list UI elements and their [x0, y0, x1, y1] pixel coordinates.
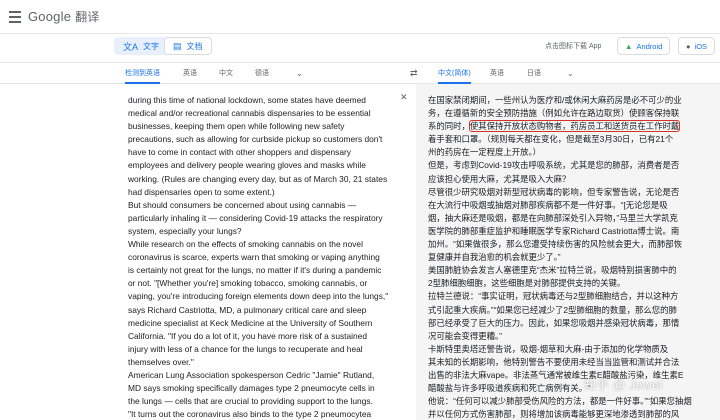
android-label: Android: [636, 41, 663, 51]
source-text-line: during this time of national lockdown, s…: [128, 95, 366, 105]
text-mode-button[interactable]: 文A 文字: [114, 37, 169, 55]
source-text-line: California. "If you do a lot of it, you …: [128, 330, 367, 341]
translation-line: 应该担心使用大麻，尤其是吸入大麻？: [428, 173, 571, 184]
translation-line: 医学院的肺部重症监护和睡眠医学专家Richard Castriotta博士说。南: [428, 225, 680, 236]
source-text-line: had dispensaries open to some extent.): [128, 186, 275, 197]
translation-pane: 在国家禁闭期间，一些州认为医疗和/或休闲大麻药房是必不可少的业 务，在遵循新的安…: [416, 84, 720, 420]
translate-icon: 文A: [123, 41, 139, 52]
target-lang-english[interactable]: 英语: [490, 63, 504, 84]
translation-line: 拉特兰德说：“事实证明，冠状病毒还与2型肺细胞结合，并以这种方: [428, 291, 679, 302]
text-mode-label: 文字: [143, 41, 160, 51]
menu-icon[interactable]: [6, 8, 24, 26]
translation-line: 但是，考虑到Covid-19攻击呼吸系统，尤其是您的肺部，消费者是否: [428, 160, 680, 171]
clear-text-icon[interactable]: ✕: [400, 92, 408, 103]
source-text-line: businesses, keeping them open while foll…: [128, 121, 345, 132]
translation-line: 况可能会变得更糟。”: [428, 330, 502, 341]
app-download-hint: 点击图标下载 App: [545, 43, 602, 50]
source-text-line: or not. "[Whether you're] smoking tobacc…: [128, 278, 368, 289]
target-lang-more-chevron-icon[interactable]: ⌄: [567, 63, 574, 84]
source-text-line: But should consumers be concerned about …: [128, 199, 357, 210]
source-lang-more-chevron-icon[interactable]: ⌄: [296, 63, 303, 84]
translation-line: 他说：“任何可以减少肺部受伤风险的方法，都是一件好事。”“如果您抽烟: [428, 396, 692, 407]
source-text-line: coronavirus is scarce, experts warn that…: [128, 252, 380, 263]
source-text-line: vaping, you're introducing foreign eleme…: [128, 291, 389, 302]
translation-line: 务，在遵循新的安全预防措施（例如允许在路边取货）使顾客保持联: [428, 108, 680, 119]
source-lang-detected[interactable]: 检测到英语: [125, 63, 160, 84]
document-icon: ▤: [173, 40, 182, 51]
translation-line: 加州。“如果做很多，那么您遭受持续伤害的风险就会更大，而肺部恢: [428, 239, 683, 250]
translation-line: 尽管很少研究吸烟对新型冠状病毒的影响，但专家警告说，无论是否: [428, 186, 680, 197]
docs-mode-label: 文档: [186, 41, 203, 51]
source-text-line: working. (Rules are changing every day, …: [128, 173, 388, 184]
ios-label: iOS: [694, 41, 708, 51]
google-translate-logo[interactable]: Google 翻译: [28, 8, 100, 25]
source-text-line: MD says smoking specifically damages typ…: [128, 383, 375, 394]
translation-line: 其未知的长期影响，他特别警告不要使用未经当当监管和测试并合法: [428, 356, 680, 367]
top-bar: Google 翻译: [0, 0, 720, 34]
source-text-line: American Lung Association spokesperson C…: [128, 369, 375, 380]
translation-line: 州的药房在一定程度上开放。）: [428, 147, 542, 158]
docs-mode-button[interactable]: ▤ 文档: [164, 37, 212, 55]
source-text-area[interactable]: during this time of national lockdown, s…: [128, 94, 406, 420]
target-lang-chinese-simplified[interactable]: 中文(简体): [438, 63, 471, 84]
translation-line: 并以任何方式伤害肺部，则将增加该病毒能够更深地渗透到肺部的风: [428, 409, 680, 420]
source-lang-german[interactable]: 德语: [255, 63, 269, 84]
source-text-line: injury with less of a chance for the lun…: [128, 343, 363, 354]
source-lang-chinese[interactable]: 中文: [219, 63, 233, 84]
source-text-line: system, especially your lungs?: [128, 225, 242, 236]
ios-app-button[interactable]: ● iOS: [678, 37, 716, 55]
translation-line: 部已经承受了巨大的压力。因此，如果您吸烟并感染冠状病毒，那情: [428, 317, 680, 328]
source-text-line: particularly inhaling it — considering C…: [128, 212, 383, 223]
translation-line: 着手套和口罩。（规则每天都在变化，但是截至3月30日，已有21个: [428, 134, 674, 145]
translation-line: 2型肺细胞细胞，这些细胞是对肺部提供支持的关键。: [428, 278, 626, 289]
language-bar: 检测到英语 英语 中文 德语 ⌄ ⇄ 中文(简体) 英语 日语 ⌄: [0, 62, 720, 84]
translation-line: 在大流行中吸烟或抽烟对肺部疾病都不是一件好事。“[无论您是吸: [428, 199, 668, 210]
source-text-line: employees and delivery people wearing gl…: [128, 160, 366, 171]
mode-bar: 文A 文字 ▤ 文档 点击图标下载 App ▲ Android ● iOS: [0, 34, 720, 58]
translation-line: 系的同时，使其保持开放状态购物者，药房员工和送货员在工作时戴: [428, 120, 700, 133]
source-text-line: is certainly not great for the lungs, no…: [128, 265, 382, 276]
translation-text: 在国家禁闭期间，一些州认为医疗和/或休闲大麻药房是必不可少的业 务，在遵循新的安…: [428, 94, 700, 420]
translation-line: 美国肺脏协会发言人塞德里克“杰米”拉特兰说，吸烟特别损害肺中的: [428, 265, 677, 276]
translation-line-prefix: 系的同时，: [428, 121, 470, 132]
source-text-line: "It turns out the coronavirus also binds…: [128, 409, 372, 420]
source-text-line: says Richard Castriotta, MD, a pulmonary…: [128, 304, 367, 315]
android-app-button[interactable]: ▲ Android: [617, 37, 671, 55]
translation-line: 卡斯特里奥塔还警告说，吸烟-烟草和大麻-由于添加的化学物质及: [428, 343, 669, 354]
source-text-pane[interactable]: during this time of national lockdown, s…: [0, 84, 410, 420]
source-text-line: precautions, such as allowing for curbsi…: [128, 134, 383, 145]
translation-line: 在国家禁闭期间，一些州认为医疗和/或休闲大麻药房是必不可少的业: [428, 95, 682, 105]
source-text-line: medicine specialist at Keck Medicine at …: [128, 317, 373, 328]
source-text-line: the lungs — cells that are crucial to pr…: [128, 396, 373, 407]
highlighted-translation: 使其保持开放状态购物者，药房员工和送货员在工作时戴: [468, 120, 681, 133]
logo-google: Google: [28, 9, 72, 24]
android-icon: ▲: [625, 41, 633, 51]
source-text-line: While research on the effects of smoking…: [128, 239, 363, 250]
source-text-line: themselves over.": [128, 356, 194, 367]
target-lang-japanese[interactable]: 日语: [527, 63, 541, 84]
source-text-line: have to come in contact with other shopp…: [128, 147, 351, 158]
translation-line: 复健康并自我治愈的机会就更少了。”: [428, 252, 561, 263]
watermark: 知乎 @ Jewel: [584, 378, 663, 392]
translation-line: 式引起重大疾病。”“如果您已经减少了2型肺细胞的数量，那么您的肺: [428, 304, 677, 315]
translation-line: 烟，抽大麻还是吸烟，都是在向肺部深处引入异物，”马里兰大学凯克: [428, 212, 678, 223]
source-text-line: medical and/or recreational cannabis dis…: [128, 108, 371, 119]
logo-product: 翻译: [75, 10, 100, 24]
swap-languages-icon[interactable]: ⇄: [410, 63, 418, 84]
apple-icon: ●: [686, 41, 691, 51]
source-lang-english[interactable]: 英语: [183, 63, 197, 84]
